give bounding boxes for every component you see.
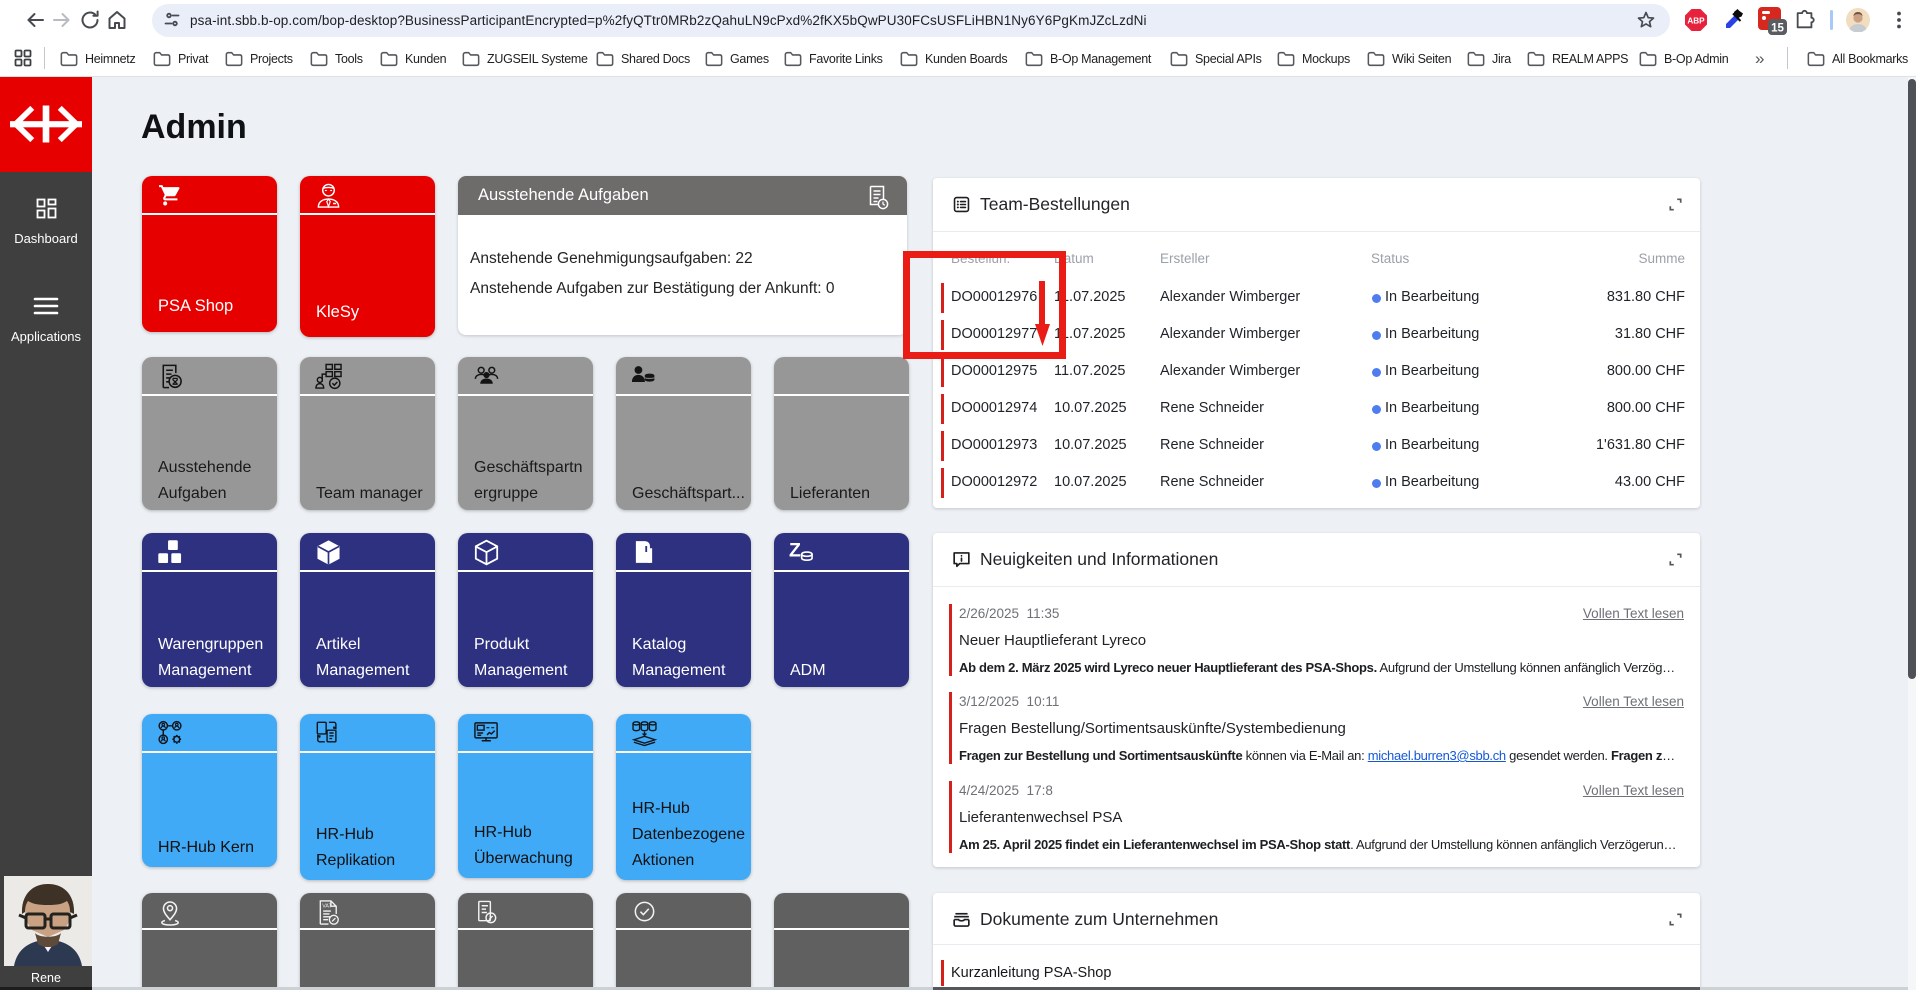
svg-text:ABP: ABP	[1687, 17, 1705, 26]
svg-text:Z: Z	[789, 539, 801, 561]
svg-text:VAT: VAT	[322, 904, 332, 910]
svg-text:15: 15	[1771, 23, 1784, 35]
